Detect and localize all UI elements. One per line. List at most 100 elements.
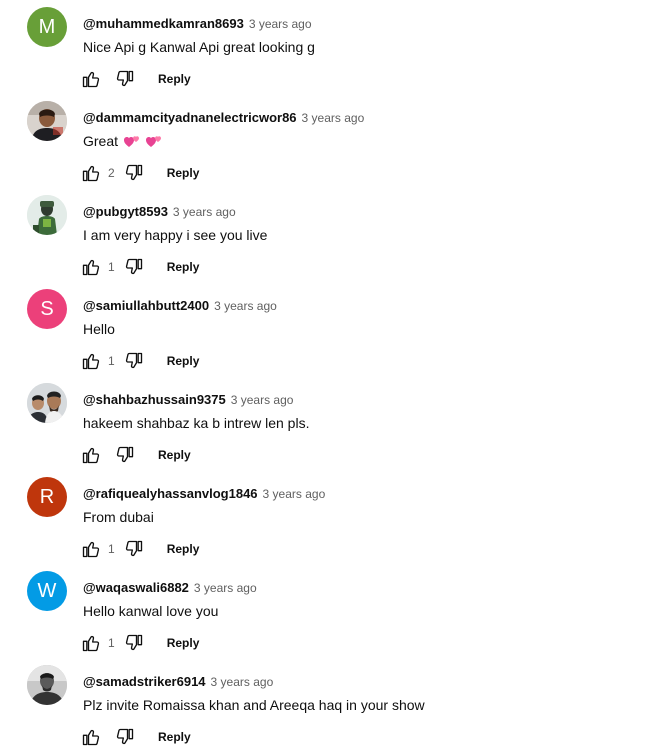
thumbs-up-icon[interactable] [80, 726, 102, 748]
avatar[interactable]: W [27, 571, 67, 611]
comment-text: I am very happy i see you live [83, 227, 267, 243]
thumbs-up-icon[interactable] [80, 538, 102, 560]
comment-author[interactable]: @samiullahbutt2400 [83, 298, 209, 313]
avatar[interactable]: R [27, 477, 67, 517]
like-count: 2 [108, 166, 115, 180]
two-hearts-emoji-icon [146, 136, 162, 147]
comment-thread: R @rafiquealyhassanvlog1846 3 years ago … [0, 472, 646, 566]
avatar-letter: S [40, 297, 54, 320]
comment-author[interactable]: @shahbazhussain9375 [83, 392, 226, 407]
comment-thread: @dammamcityadnanelectricwor86 3 years ag… [0, 96, 646, 190]
comment-text-content: From dubai [83, 509, 154, 525]
avatar-photo [27, 101, 67, 141]
avatar[interactable] [27, 195, 67, 235]
comment-header: @pubgyt8593 3 years ago [83, 204, 236, 220]
comment-text-content: Hello kanwal love you [83, 603, 219, 619]
thumbs-up-icon[interactable] [80, 350, 102, 372]
comment-author[interactable]: @muhammedkamran8693 [83, 16, 244, 31]
comment-author[interactable]: @rafiquealyhassanvlog1846 [83, 486, 258, 501]
thumbs-up-icon[interactable] [80, 632, 102, 654]
comment-header: @samadstriker6914 3 years ago [83, 674, 273, 690]
thumbs-down-icon[interactable] [123, 538, 145, 560]
reply-button[interactable]: Reply [158, 72, 191, 86]
comment-text-content: Plz invite Romaissa khan and Areeqa haq … [83, 697, 425, 713]
comment-thread: @pubgyt8593 3 years ago I am very happy … [0, 190, 646, 284]
comment-actions: 1 Reply [80, 537, 199, 561]
comment-thread: M @muhammedkamran8693 3 years ago Nice A… [0, 2, 646, 96]
comment-time[interactable]: 3 years ago [173, 205, 236, 219]
comment-time[interactable]: 3 years ago [249, 17, 312, 31]
reply-button[interactable]: Reply [167, 354, 200, 368]
thumbs-up-icon[interactable] [80, 256, 102, 278]
like-count: 1 [108, 542, 115, 556]
comment-thread: W @waqaswali6882 3 years ago Hello kanwa… [0, 566, 646, 660]
comment-text: Nice Api g Kanwal Api great looking g [83, 39, 315, 55]
thumbs-up-icon[interactable] [80, 162, 102, 184]
comment-thread: @samadstriker6914 3 years ago Plz invite… [0, 660, 646, 754]
comment-header: @samiullahbutt2400 3 years ago [83, 298, 277, 314]
comment-time[interactable]: 3 years ago [263, 487, 326, 501]
comments-list: M @muhammedkamran8693 3 years ago Nice A… [0, 0, 646, 755]
comment-header: @shahbazhussain9375 3 years ago [83, 392, 293, 408]
comment-header: @rafiquealyhassanvlog1846 3 years ago [83, 486, 325, 502]
thumbs-down-icon[interactable] [123, 632, 145, 654]
avatar-photo [27, 383, 67, 423]
comment-text: Hello kanwal love you [83, 603, 218, 619]
reply-button[interactable]: Reply [158, 730, 191, 744]
thumbs-down-icon[interactable] [114, 68, 136, 90]
comment-actions: 1 Reply [80, 631, 199, 655]
thumbs-down-icon[interactable] [123, 256, 145, 278]
comment-author[interactable]: @pubgyt8593 [83, 204, 168, 219]
thumbs-down-icon[interactable] [114, 726, 136, 748]
thumbs-down-icon[interactable] [123, 350, 145, 372]
comment-actions: 1 Reply [80, 349, 199, 373]
comment-text: Hello [83, 321, 115, 337]
comment-thread: S @samiullahbutt2400 3 years ago Hello 1… [0, 284, 646, 378]
comment-text-content: Hello [83, 321, 115, 337]
comment-time[interactable]: 3 years ago [231, 393, 294, 407]
thumbs-down-icon[interactable] [114, 444, 136, 466]
comment-time[interactable]: 3 years ago [302, 111, 365, 125]
reply-button[interactable]: Reply [158, 448, 191, 462]
comment-actions: Reply [80, 725, 191, 749]
avatar[interactable] [27, 383, 67, 423]
reply-button[interactable]: Reply [167, 636, 200, 650]
avatar-photo [27, 665, 67, 705]
avatar-letter: W [37, 579, 57, 602]
avatar-letter: R [39, 485, 55, 508]
like-count: 1 [108, 260, 115, 274]
avatar-letter: M [38, 15, 56, 38]
comment-text: Plz invite Romaissa khan and Areeqa haq … [83, 697, 425, 713]
comment-author[interactable]: @dammamcityadnanelectricwor86 [83, 110, 297, 125]
comment-thread: @shahbazhussain9375 3 years ago hakeem s… [0, 378, 646, 472]
comment-text: Great [83, 133, 162, 149]
comment-actions: Reply [80, 443, 191, 467]
comment-author[interactable]: @samadstriker6914 [83, 674, 206, 689]
reply-button[interactable]: Reply [167, 542, 200, 556]
reply-button[interactable]: Reply [167, 260, 200, 274]
comment-text-content: Great [83, 133, 119, 149]
avatar-photo [27, 195, 67, 235]
avatar[interactable]: M [27, 7, 67, 47]
avatar[interactable] [27, 101, 67, 141]
comment-time[interactable]: 3 years ago [211, 675, 274, 689]
avatar[interactable] [27, 665, 67, 705]
reply-button[interactable]: Reply [167, 166, 200, 180]
thumbs-down-icon[interactable] [123, 162, 145, 184]
comment-actions: 2 Reply [80, 161, 199, 185]
like-count: 1 [108, 636, 115, 650]
thumbs-up-icon[interactable] [80, 68, 102, 90]
thumbs-up-icon[interactable] [80, 444, 102, 466]
avatar[interactable]: S [27, 289, 67, 329]
comment-actions: Reply [80, 67, 191, 91]
comment-text-content: I am very happy i see you live [83, 227, 268, 243]
comment-text-content: hakeem shahbaz ka b intrew len pls. [83, 415, 310, 431]
comment-text: From dubai [83, 509, 154, 525]
comment-text: hakeem shahbaz ka b intrew len pls. [83, 415, 309, 431]
comment-time[interactable]: 3 years ago [194, 581, 257, 595]
comment-author[interactable]: @waqaswali6882 [83, 580, 189, 595]
comment-time[interactable]: 3 years ago [214, 299, 277, 313]
comment-text-content: Nice Api g Kanwal Api great looking g [83, 39, 315, 55]
comment-header: @muhammedkamran8693 3 years ago [83, 16, 312, 32]
comment-actions: 1 Reply [80, 255, 199, 279]
